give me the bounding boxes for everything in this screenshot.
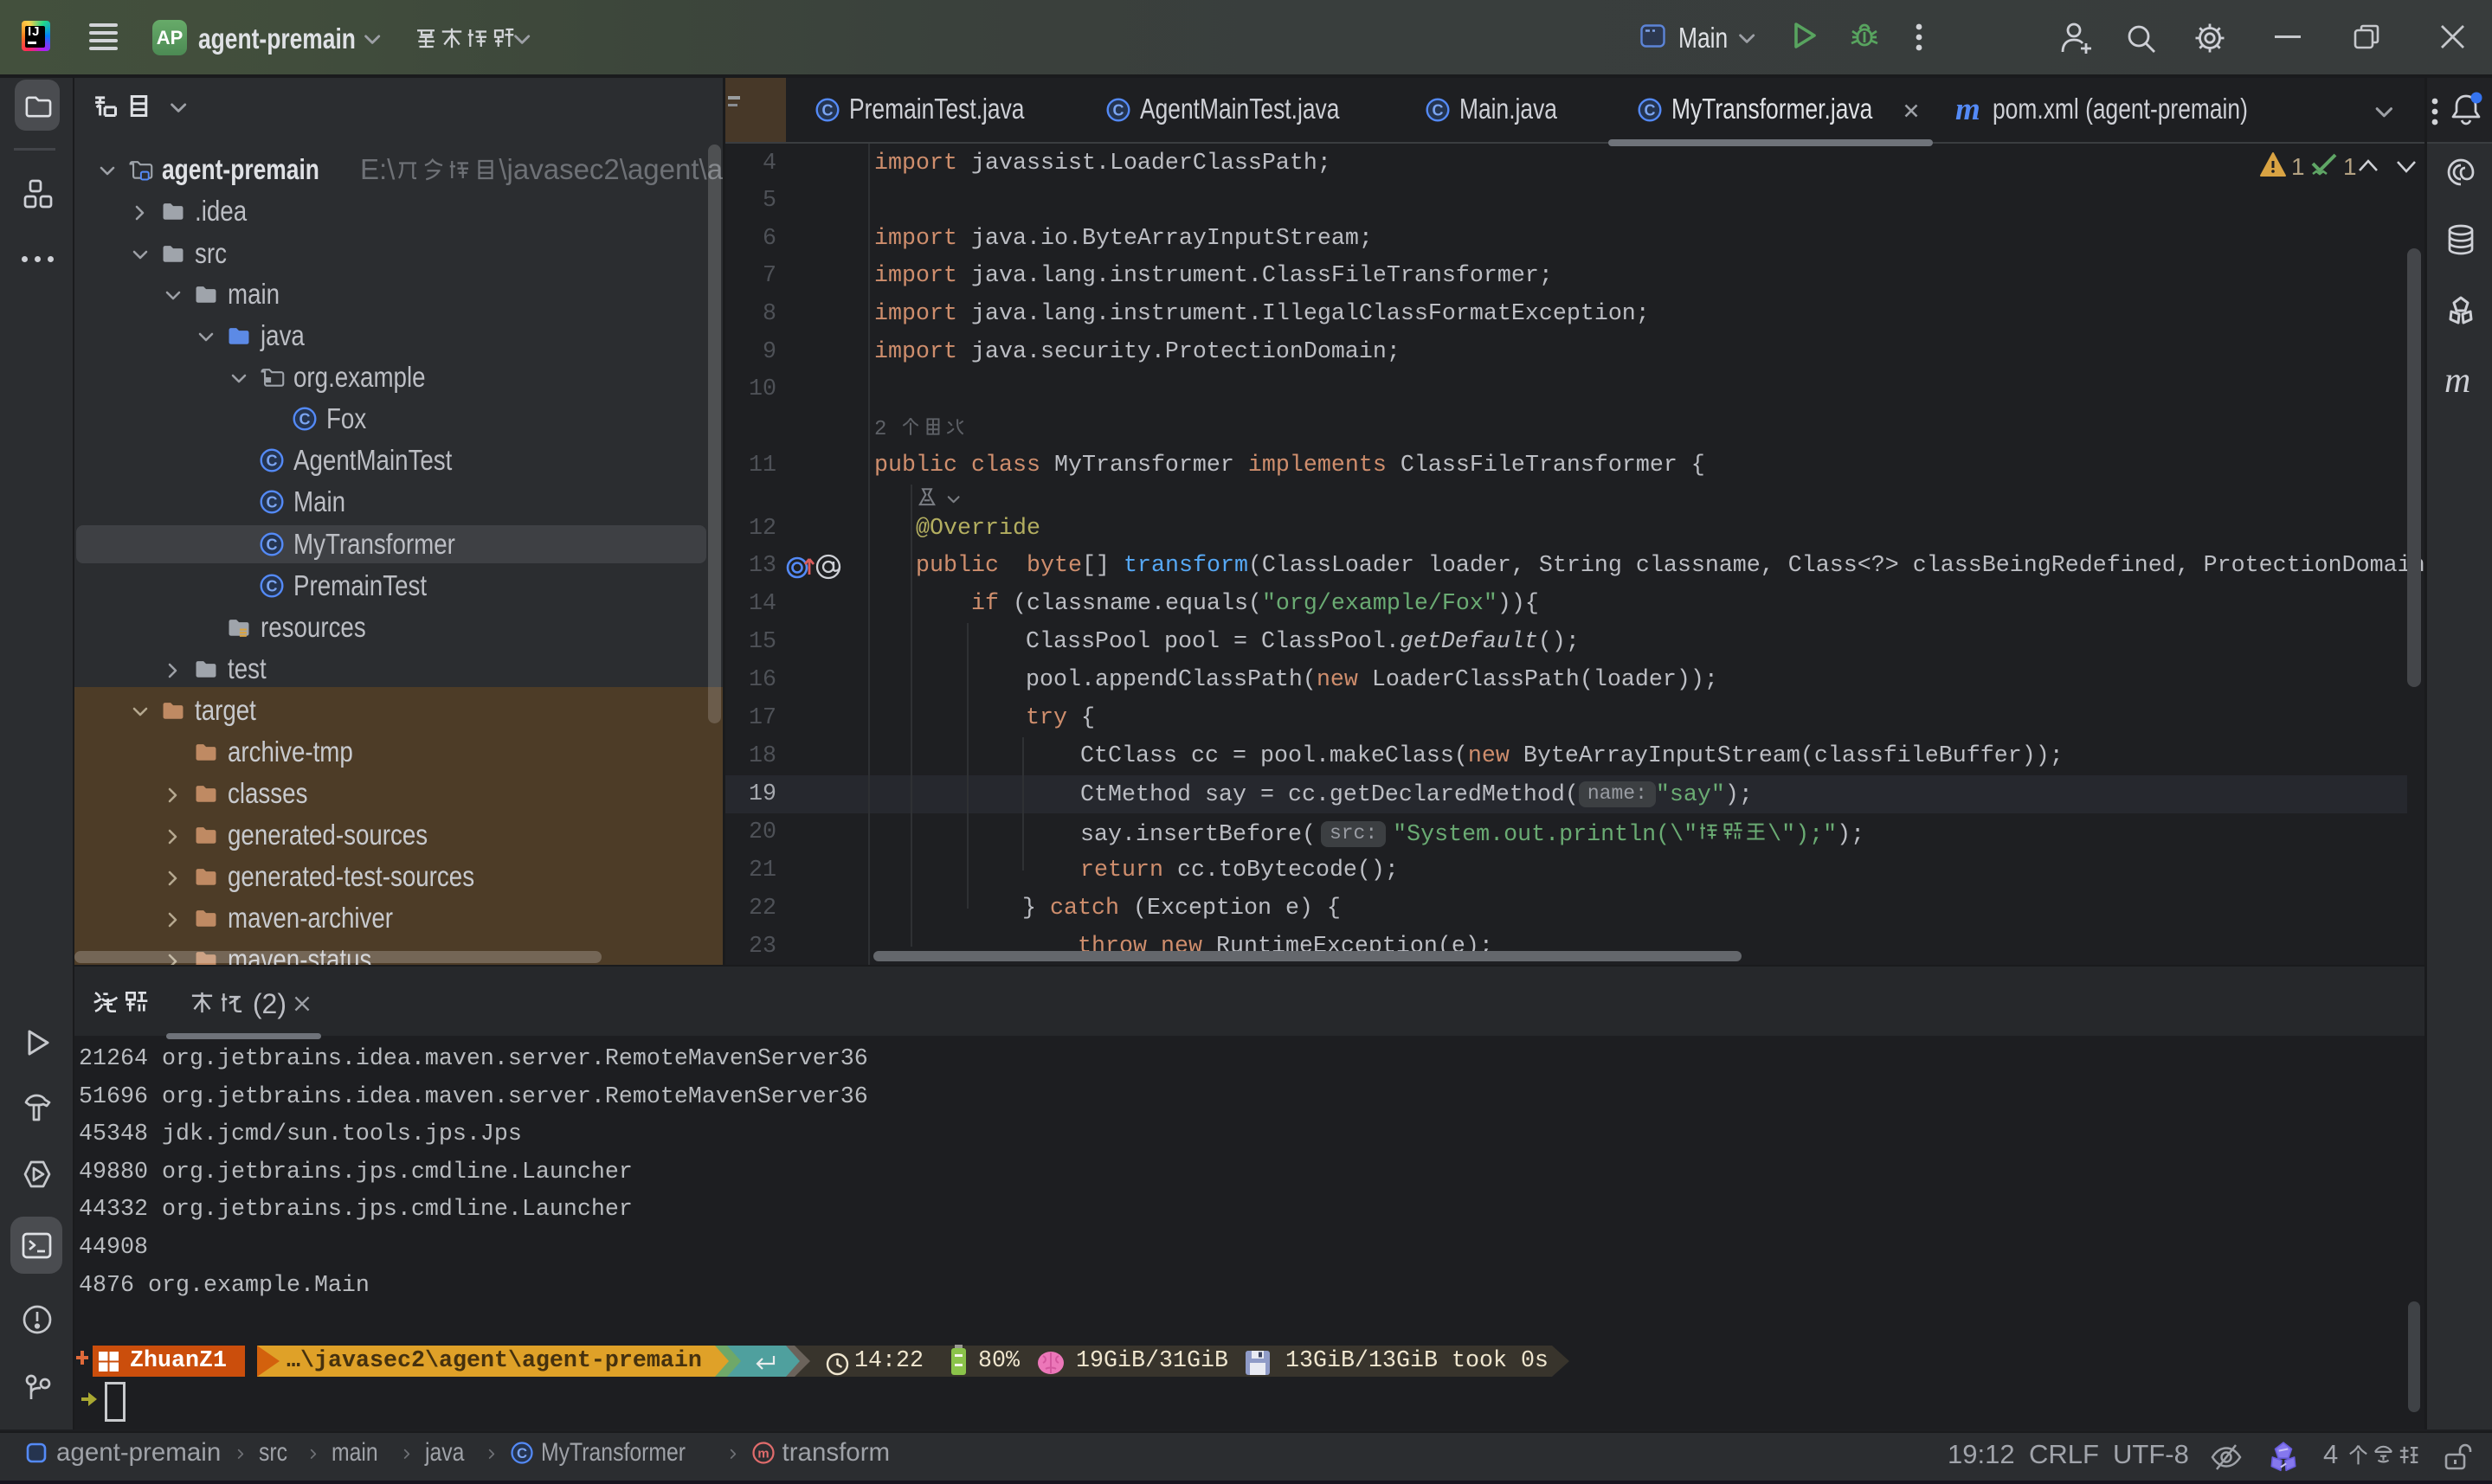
svg-text:C: C [299,411,311,428]
svg-text:C: C [1433,102,1444,119]
svg-text:C: C [822,102,834,119]
svg-text:C: C [267,494,278,511]
svg-text:C: C [517,1445,527,1462]
svg-text:C: C [267,578,278,595]
svg-text:C: C [267,453,278,470]
svg-text:C: C [1645,102,1656,119]
svg-text:m: m [757,1447,769,1462]
svg-text:C: C [1113,102,1124,119]
svg-text:C: C [267,536,278,554]
